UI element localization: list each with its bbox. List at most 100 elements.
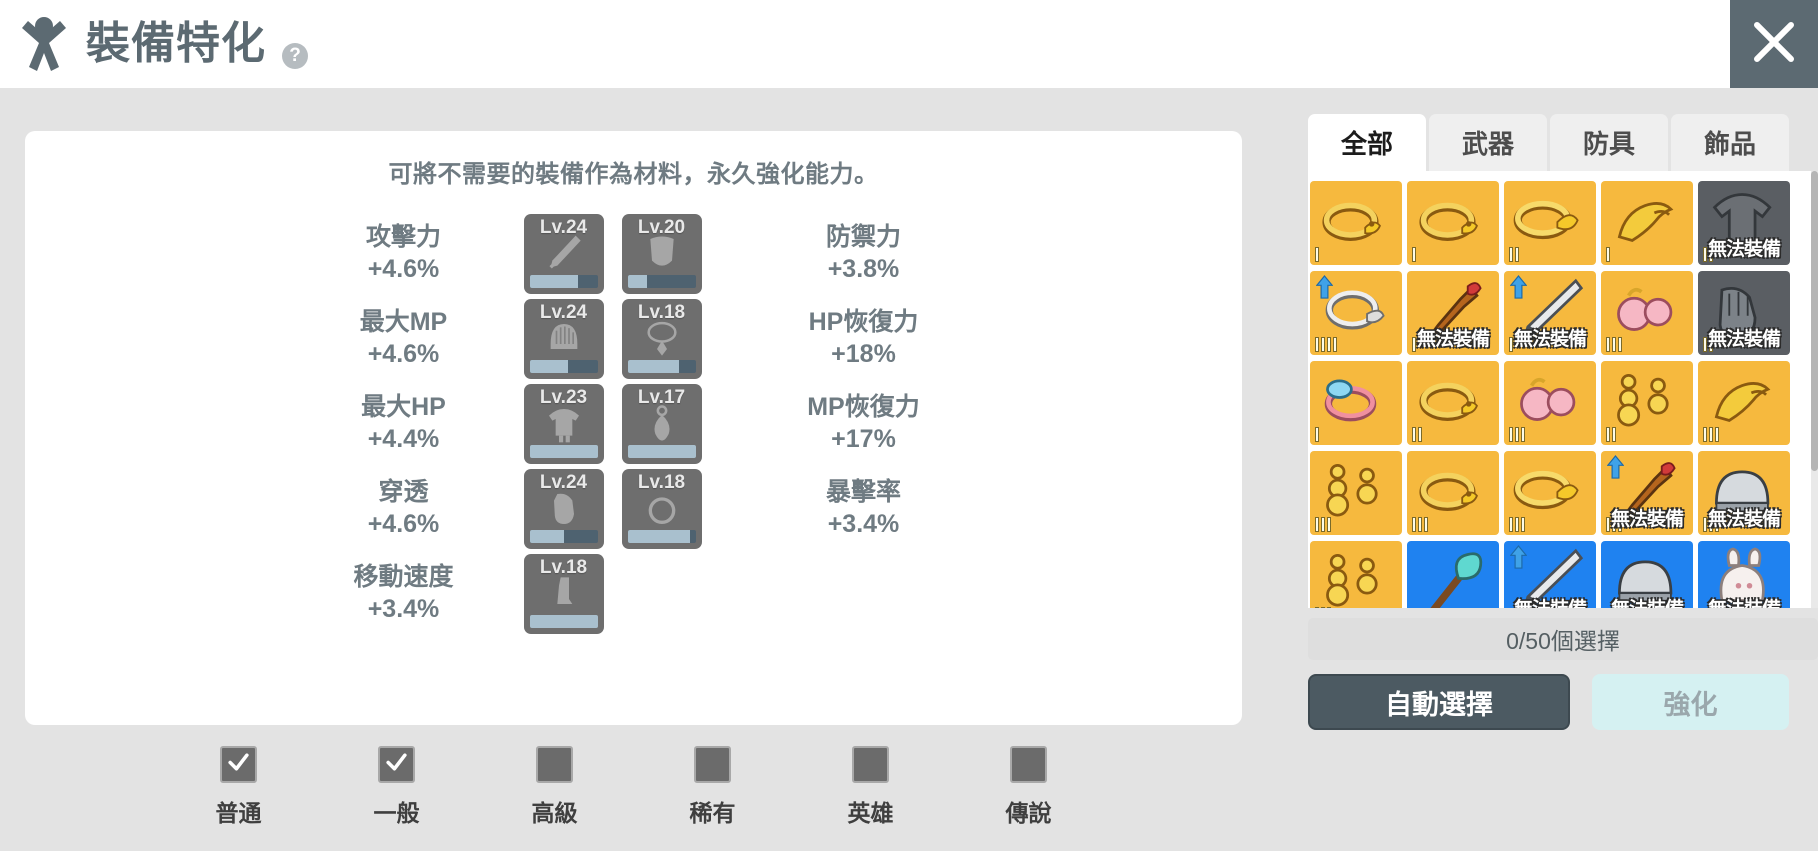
- ring-gold-icon: [1310, 181, 1402, 265]
- inventory-item[interactable]: 無法裝備: [1601, 541, 1693, 608]
- item-locked-label: 無法裝備: [1707, 329, 1781, 350]
- inventory-item[interactable]: [1504, 181, 1596, 265]
- inventory-item[interactable]: 無法裝備: [1504, 541, 1596, 608]
- earring-gold-icon: [1310, 541, 1402, 608]
- close-icon: [1751, 19, 1797, 70]
- item-grid-container: 無法裝備無法裝備無法裝備無法裝備無法裝備無法裝備無法裝備無法裝備無法裝備: [1308, 171, 1818, 608]
- material-slot[interactable]: Lv.24: [523, 468, 604, 549]
- rarity-filter-高級[interactable]: 高級: [503, 746, 607, 828]
- enhance-label: 強化: [1663, 689, 1718, 720]
- inventory-item[interactable]: 無法裝備: [1407, 271, 1499, 355]
- item-grade-marker: [1606, 337, 1622, 352]
- inventory-item[interactable]: [1310, 451, 1402, 535]
- item-locked-label: 無法裝備: [1707, 239, 1781, 260]
- material-slot[interactable]: Lv.17: [621, 383, 702, 464]
- material-slot[interactable]: Lv.23: [523, 383, 604, 464]
- slot-level-label: Lv.18: [637, 301, 686, 323]
- inventory-item[interactable]: [1504, 361, 1596, 445]
- inventory-item[interactable]: [1310, 541, 1402, 608]
- item-grade-marker: [1606, 247, 1610, 262]
- item-grade-marker: [1703, 427, 1719, 442]
- rarity-label: 稀有: [689, 800, 736, 826]
- slot-level-label: Lv.18: [539, 556, 588, 578]
- inventory-item[interactable]: [1310, 181, 1402, 265]
- rarity-checkbox[interactable]: [1010, 746, 1047, 783]
- inventory-item[interactable]: [1407, 361, 1499, 445]
- item-locked-label: 無法裝備: [1698, 594, 1790, 608]
- inventory-item[interactable]: [1407, 181, 1499, 265]
- stat-left-label: 移動速度 +3.4%: [284, 562, 524, 625]
- tab-武器[interactable]: 武器: [1429, 114, 1547, 171]
- slot-progress-bar: [627, 274, 696, 288]
- tab-防具[interactable]: 防具: [1550, 114, 1668, 171]
- inventory-item[interactable]: [1310, 271, 1402, 355]
- item-grade-marker: [1412, 247, 1416, 262]
- material-slot[interactable]: Lv.20: [621, 213, 702, 294]
- inventory-item[interactable]: 無法裝備: [1698, 541, 1790, 608]
- inventory-item[interactable]: 無法裝備: [1601, 451, 1693, 535]
- inventory-item[interactable]: [1698, 361, 1790, 445]
- rarity-checkbox[interactable]: [536, 746, 573, 783]
- stat-right-name: 防禦力: [825, 223, 901, 252]
- item-locked-label: 無法裝備: [1707, 509, 1781, 530]
- material-slot[interactable]: Lv.24: [523, 298, 604, 379]
- inventory-item[interactable]: [1601, 181, 1693, 265]
- stat-row: 穿透 +4.6% Lv.24 Lv.18 暴擊率 +3.4%: [25, 466, 1242, 551]
- check-icon: [384, 750, 409, 780]
- upgrade-arrow-icon: [1509, 275, 1528, 304]
- material-slot[interactable]: Lv.18: [523, 553, 604, 634]
- inventory-item[interactable]: [1504, 451, 1596, 535]
- rarity-filter-稀有[interactable]: 稀有: [661, 746, 765, 828]
- rarity-filter-普通[interactable]: 普通: [187, 746, 291, 828]
- material-slot[interactable]: Lv.18: [621, 298, 702, 379]
- stat-row: 移動速度 +3.4% Lv.18: [25, 551, 1242, 636]
- rarity-filter-一般[interactable]: 一般: [345, 746, 449, 828]
- rarity-checkbox[interactable]: [378, 746, 415, 783]
- stat-right-label: 暴擊率 +3.4%: [744, 477, 984, 540]
- material-slot-pair: Lv.24 Lv.18: [523, 298, 704, 379]
- rarity-checkbox[interactable]: [852, 746, 889, 783]
- slot-level-label: Lv.17: [637, 386, 686, 408]
- item-grade-marker: [1509, 247, 1519, 262]
- material-slot[interactable]: Lv.24: [523, 213, 604, 294]
- help-icon[interactable]: ?: [282, 43, 308, 69]
- inventory-item[interactable]: 無法裝備: [1698, 271, 1790, 355]
- auto-select-button[interactable]: 自動選擇: [1308, 674, 1570, 730]
- inventory-item[interactable]: [1601, 361, 1693, 445]
- category-tabs: 全部 武器 防具 飾品: [1308, 114, 1789, 171]
- inventory-item[interactable]: 無法裝備: [1504, 271, 1596, 355]
- enhance-button[interactable]: 強化: [1592, 674, 1789, 730]
- item-locked-label: 無法裝備: [1513, 329, 1587, 350]
- tab-飾品[interactable]: 飾品: [1671, 114, 1789, 171]
- selection-count-text: 0/50個選擇: [1506, 628, 1620, 654]
- item-grade-marker: [1315, 427, 1319, 442]
- window-header: 裝備特化 ?: [0, 0, 1818, 88]
- inventory-item[interactable]: 無法裝備: [1698, 451, 1790, 535]
- rarity-filter-英雄[interactable]: 英雄: [819, 746, 923, 828]
- material-slot[interactable]: Lv.18: [621, 468, 702, 549]
- inventory-item[interactable]: [1310, 361, 1402, 445]
- scrollbar-thumb[interactable]: [1811, 171, 1818, 471]
- stat-right-label: MP恢復力 +17%: [744, 392, 984, 455]
- title-group: 裝備特化 ?: [0, 15, 308, 73]
- close-button[interactable]: [1730, 0, 1818, 88]
- inventory-item[interactable]: 無法裝備: [1698, 181, 1790, 265]
- item-grade-marker: [1315, 247, 1319, 262]
- inventory-item[interactable]: [1407, 451, 1499, 535]
- rarity-checkbox[interactable]: [220, 746, 257, 783]
- rarity-checkbox[interactable]: [694, 746, 731, 783]
- body-area: 可將不需要的裝備作為材料，永久強化能力。 攻擊力 +4.6% Lv.24 Lv.20 防…: [0, 88, 1818, 851]
- inventory-item[interactable]: [1407, 541, 1499, 608]
- item-grid-scrollbar[interactable]: [1811, 171, 1818, 608]
- stat-left-label: 攻擊力 +4.6%: [284, 222, 524, 285]
- item-grade-marker: [1315, 607, 1331, 608]
- item-grade-marker: [1606, 427, 1616, 442]
- inventory-item[interactable]: [1601, 271, 1693, 355]
- check-icon: [226, 750, 251, 780]
- rarity-filter-傳說[interactable]: 傳說: [977, 746, 1081, 828]
- rarity-label: 普通: [215, 800, 262, 826]
- stat-row: 攻擊力 +4.6% Lv.24 Lv.20 防禦力 +3.8%: [25, 211, 1242, 296]
- stat-left-name: 攻擊力: [365, 223, 441, 252]
- tab-全部[interactable]: 全部: [1308, 114, 1426, 171]
- item-grade-marker: [1412, 517, 1428, 532]
